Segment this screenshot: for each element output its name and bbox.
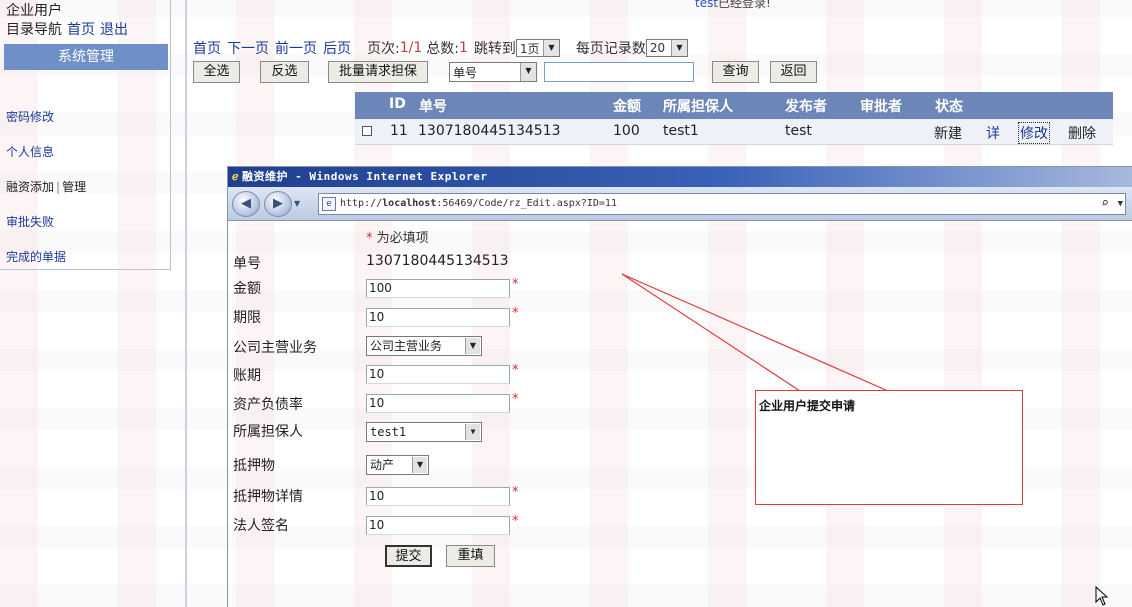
- annotation-callout: 企业用户提交申请: [755, 390, 1023, 505]
- mouse-cursor-icon: [1095, 586, 1109, 606]
- annotation-text: 企业用户提交申请: [759, 399, 856, 413]
- callout-pointer: [621, 273, 889, 392]
